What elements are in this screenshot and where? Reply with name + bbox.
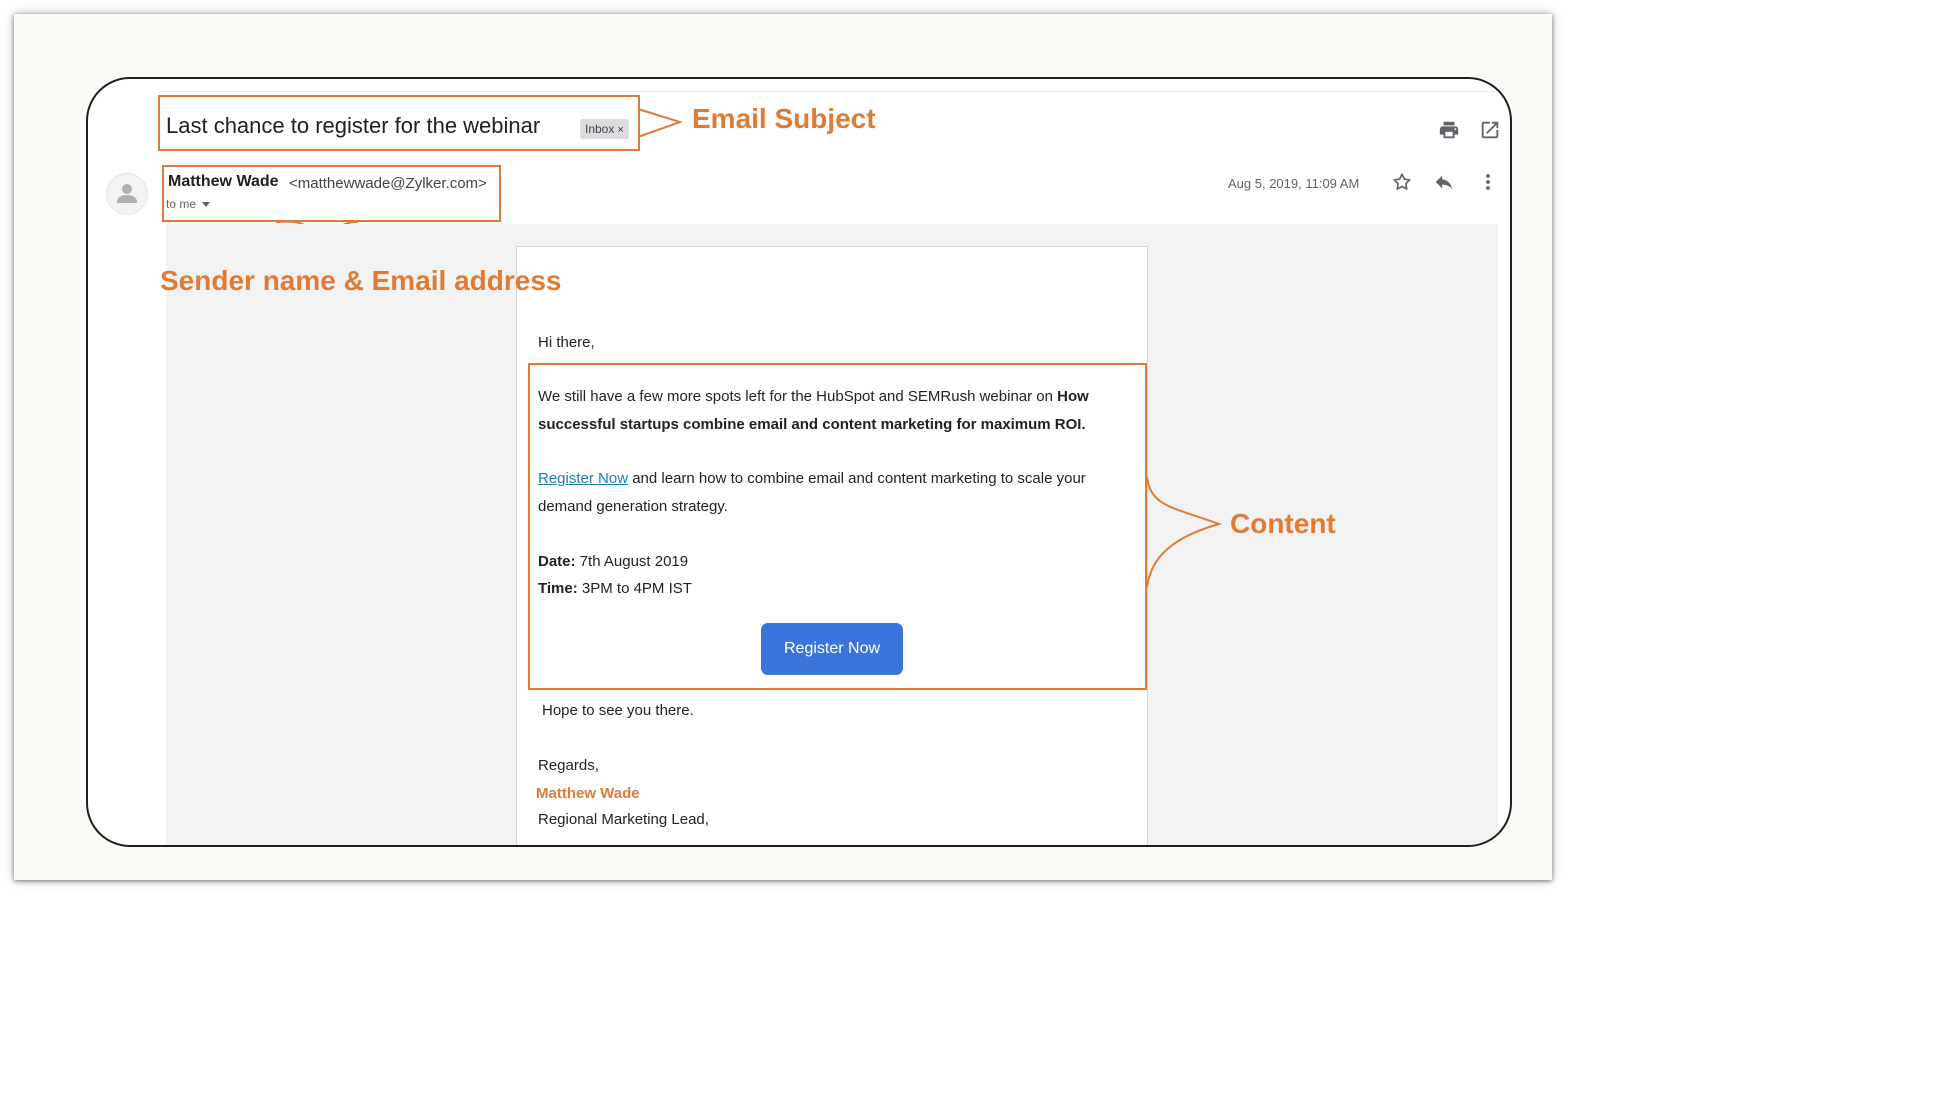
sender-email: <matthewwade@Zylker.com> bbox=[289, 175, 487, 192]
avatar[interactable] bbox=[106, 173, 148, 215]
inbox-label-chip[interactable]: Inbox × bbox=[580, 119, 629, 139]
star-icon[interactable] bbox=[1391, 171, 1413, 193]
register-line-2: demand generation strategy. bbox=[538, 498, 728, 515]
intro-line-1: We still have a few more spots left for … bbox=[538, 388, 1089, 405]
top-divider bbox=[158, 91, 1498, 92]
sender-name[interactable]: Matthew Wade bbox=[168, 173, 279, 191]
subject-callout-pointer bbox=[637, 108, 682, 138]
register-now-link[interactable]: Register Now bbox=[538, 470, 628, 487]
recipient-label: to me bbox=[166, 197, 197, 211]
register-now-button[interactable]: Register Now bbox=[761, 623, 903, 675]
closing-line: Hope to see you there. bbox=[542, 702, 694, 719]
signature-name: Matthew Wade bbox=[536, 785, 640, 802]
time-value: 3PM to 4PM IST bbox=[577, 580, 692, 597]
event-time: Time: 3PM to 4PM IST bbox=[538, 580, 692, 597]
regards: Regards, bbox=[538, 757, 599, 774]
email-viewer-frame: Last chance to register for the webinar … bbox=[86, 77, 1512, 847]
time-label: Time: bbox=[538, 580, 578, 597]
dropdown-caret-icon[interactable] bbox=[202, 202, 211, 208]
print-icon[interactable] bbox=[1438, 119, 1460, 141]
page-frame: Last chance to register for the webinar … bbox=[14, 14, 1552, 880]
recipient-dropdown[interactable]: to me bbox=[166, 197, 211, 211]
event-date: Date: 7th August 2019 bbox=[538, 553, 688, 570]
avatar-icon bbox=[117, 184, 137, 203]
date-label: Date: bbox=[538, 553, 576, 570]
register-line-1: Register Now and learn how to combine em… bbox=[538, 470, 1086, 487]
intro-bold-start: How bbox=[1057, 388, 1089, 405]
intro-text: We still have a few more spots left for … bbox=[538, 388, 1058, 405]
intro-bold-line: successful startups combine email and co… bbox=[538, 416, 1086, 433]
content-callout-pointer bbox=[1146, 476, 1223, 588]
signature-title: Regional Marketing Lead, bbox=[538, 811, 709, 828]
open-in-new-window-icon[interactable] bbox=[1479, 119, 1501, 141]
register-text: and learn how to combine email and conte… bbox=[628, 470, 1086, 487]
email-subject-annotation: Email Subject bbox=[692, 103, 876, 134]
more-vert-icon[interactable] bbox=[1478, 171, 1498, 193]
content-annotation: Content bbox=[1230, 508, 1336, 539]
email-subject: Last chance to register for the webinar bbox=[166, 113, 541, 138]
remove-label-icon[interactable]: × bbox=[617, 124, 623, 136]
email-date: Aug 5, 2019, 11:09 AM bbox=[1228, 176, 1360, 191]
reply-icon[interactable] bbox=[1433, 171, 1455, 193]
sender-annotation: Sender name & Email address bbox=[160, 265, 562, 296]
inbox-label-text: Inbox bbox=[585, 122, 615, 136]
date-value: 7th August 2019 bbox=[575, 553, 689, 570]
greeting: Hi there, bbox=[538, 334, 595, 351]
